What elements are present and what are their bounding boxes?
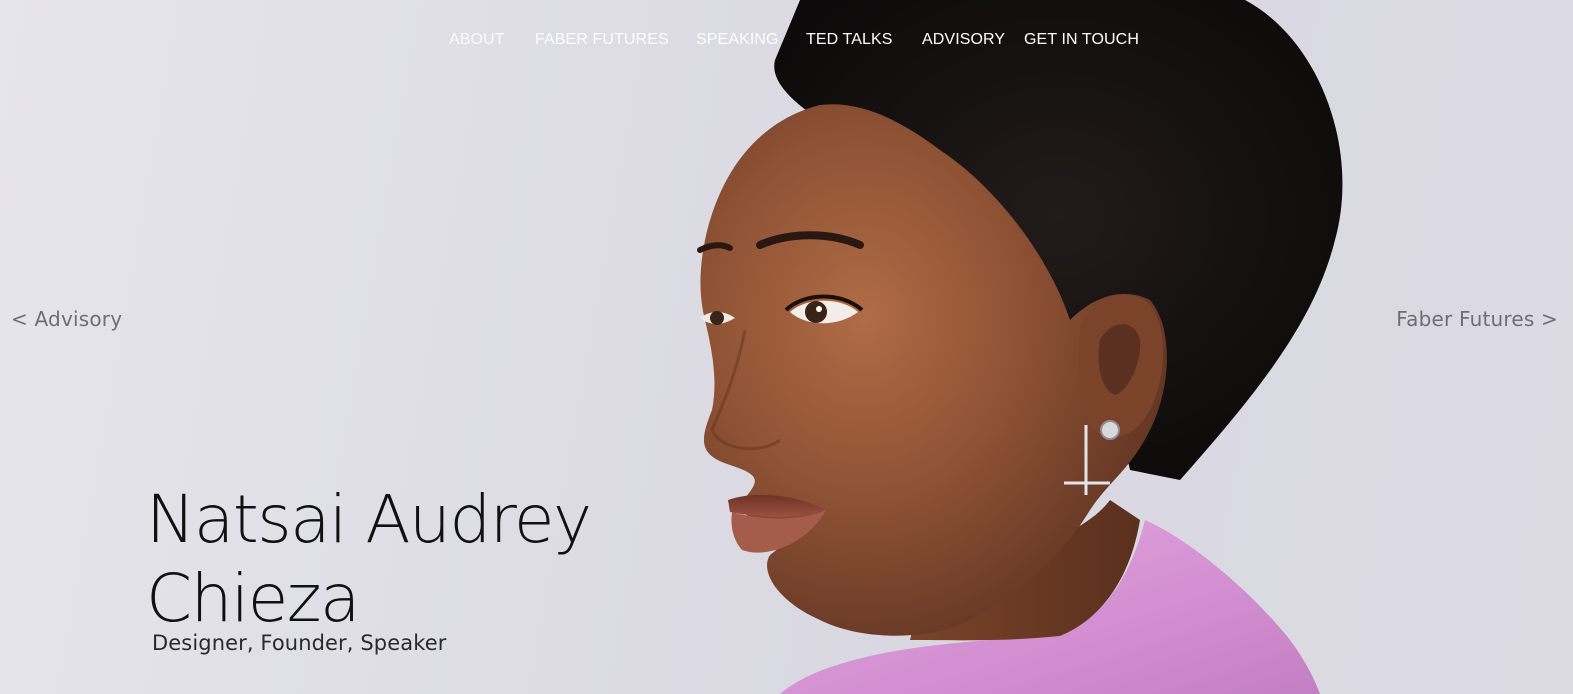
nav-link-get-in-touch[interactable]: GET IN TOUCH [1024,28,1139,52]
hero-name-heading: Natsai Audrey Chieza [146,480,666,638]
hero-name-line-2: Chieza [146,560,360,637]
hero-name-line-1: Natsai Audrey [146,481,592,558]
previous-slide-link[interactable]: < Advisory [11,306,122,332]
nav-link-faber-futures[interactable]: FABER FUTURES [535,28,669,52]
hero-section: ABOUT FABER FUTURES SPEAKING TED TALKS A… [0,0,1573,694]
nav-link-ted-talks[interactable]: TED TALKS [806,28,893,52]
nav-link-advisory[interactable]: ADVISORY [922,28,1005,52]
hero-tagline: Designer, Founder, Speaker [152,631,447,655]
top-navigation: ABOUT FABER FUTURES SPEAKING TED TALKS A… [0,28,1573,52]
next-slide-link[interactable]: Faber Futures > [1396,306,1558,332]
nav-link-about[interactable]: ABOUT [449,28,505,52]
nav-link-speaking[interactable]: SPEAKING [696,28,779,52]
